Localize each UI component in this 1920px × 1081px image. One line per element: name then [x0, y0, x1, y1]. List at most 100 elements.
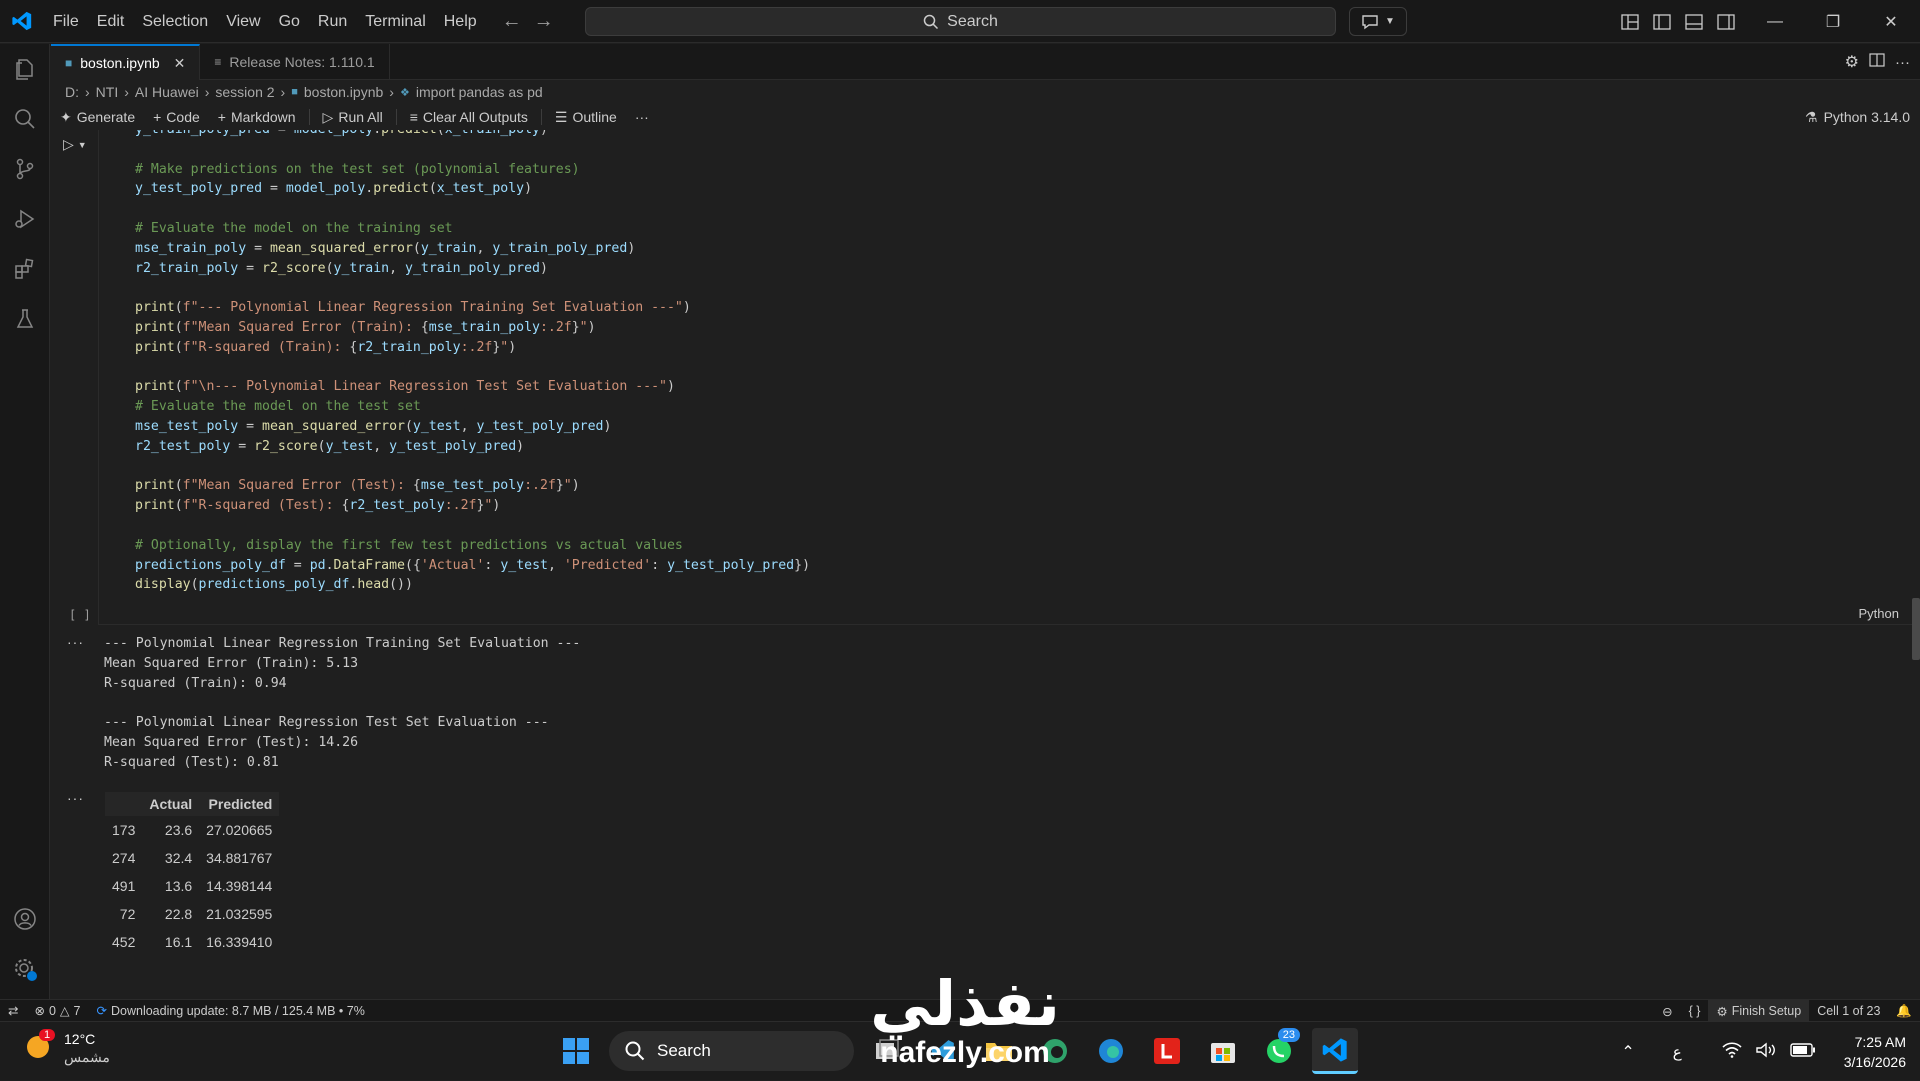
search-icon[interactable]	[0, 94, 50, 144]
cell-language-picker[interactable]: Python	[1859, 606, 1899, 621]
restore-icon[interactable]: ❐	[1804, 0, 1862, 43]
problems-indicator[interactable]: ⊗ 0 △ 7	[26, 1000, 88, 1022]
add-code-cell-button[interactable]: + Code	[144, 104, 209, 130]
wifi-icon[interactable]	[1722, 1041, 1742, 1062]
toggle-panel-icon[interactable]	[1678, 0, 1710, 43]
clear-all-outputs-button[interactable]: ≡ Clear All Outputs	[401, 104, 537, 130]
breadcrumb-item[interactable]: boston.ipynb	[304, 84, 383, 100]
code-cell-symbol-icon: ❖	[399, 86, 410, 99]
menu-go[interactable]: Go	[270, 0, 309, 43]
output-line: Mean Squared Error (Train): 5.13	[104, 655, 359, 671]
taskbar-search[interactable]: Search	[609, 1031, 854, 1071]
predicted-cell: 14.398144	[199, 872, 280, 900]
menu-terminal[interactable]: Terminal	[356, 0, 434, 43]
customize-layout-icon[interactable]	[1614, 0, 1646, 43]
menu-help[interactable]: Help	[435, 0, 486, 43]
battery-icon[interactable]	[1790, 1042, 1816, 1061]
breadcrumb: D: › NTI › AI Huawei › session 2 › ■ bos…	[51, 80, 1920, 104]
whatsapp-icon[interactable]: 23	[1256, 1028, 1302, 1074]
microsoft-store-icon[interactable]	[1200, 1028, 1246, 1074]
breadcrumb-item[interactable]: session 2	[215, 84, 274, 100]
toolbar-divider	[540, 109, 542, 125]
kernel-flask-icon: ⚗	[1805, 108, 1818, 125]
explorer-icon[interactable]	[0, 44, 50, 94]
breadcrumb-item[interactable]: D:	[65, 84, 79, 100]
extensions-icon[interactable]	[0, 244, 50, 294]
toggle-primary-sidebar-icon[interactable]	[1646, 0, 1678, 43]
zoom-indicator[interactable]: ⊖	[1654, 1000, 1680, 1022]
kernel-picker[interactable]: ⚗ Python 3.14.0	[1805, 104, 1910, 130]
split-editor-icon[interactable]	[1869, 53, 1885, 71]
table-row: 72 22.8 21.032595	[105, 900, 279, 928]
predicted-cell: 27.020665	[199, 816, 280, 844]
code-editor[interactable]: y_train_poly_pred = model_poly.predict(x…	[135, 130, 810, 595]
command-center-search[interactable]: Search	[585, 7, 1336, 36]
menu-selection[interactable]: Selection	[133, 0, 217, 43]
edge-icon[interactable]	[1088, 1028, 1134, 1074]
source-control-icon[interactable]	[0, 144, 50, 194]
remote-indicator[interactable]: ⇄	[0, 1000, 26, 1022]
weather-widget[interactable]: 1 12°C مشمس	[24, 1029, 110, 1066]
chevron-down-icon[interactable]: ▼	[78, 140, 87, 150]
whatsapp-badge: 23	[1277, 1028, 1300, 1042]
close-icon[interactable]: ✕	[174, 55, 186, 72]
code-label: Code	[166, 109, 200, 125]
accounts-icon[interactable]	[0, 894, 50, 944]
editor-tabs: ■ boston.ipynb ✕ ≡ Release Notes: 1.110.…	[51, 44, 1920, 80]
zoom-out-icon: ⊖	[1662, 1004, 1673, 1019]
chat-button[interactable]: ▼	[1349, 7, 1407, 36]
row-index: 72	[119, 906, 136, 922]
testing-flask-icon[interactable]	[0, 294, 50, 344]
run-debug-icon[interactable]	[0, 194, 50, 244]
outline-button[interactable]: ☰ Outline	[546, 104, 626, 130]
breadcrumb-item[interactable]: import pandas as pd	[416, 84, 543, 100]
minimize-icon[interactable]: —	[1746, 0, 1804, 43]
more-actions-icon[interactable]: ···	[1895, 54, 1910, 71]
tab-release-notes[interactable]: ≡ Release Notes: 1.110.1	[200, 44, 390, 80]
run-all-button[interactable]: ▷ Run All	[314, 104, 392, 130]
menu-view[interactable]: View	[217, 0, 269, 43]
lenovo-vantage-icon[interactable]	[1144, 1028, 1190, 1074]
volume-icon[interactable]	[1756, 1042, 1776, 1062]
manage-gear-icon[interactable]	[0, 944, 50, 994]
language-status[interactable]: { }	[1681, 1000, 1709, 1022]
search-icon	[625, 1041, 645, 1061]
table-header-row: Actual Predicted	[105, 792, 280, 816]
add-markdown-cell-button[interactable]: + Markdown	[209, 104, 305, 130]
input-language[interactable]: ع	[1673, 1043, 1682, 1061]
vertical-scrollbar[interactable]	[1912, 598, 1920, 660]
notifications-bell-icon[interactable]: 🔔	[1888, 1000, 1920, 1022]
update-progress[interactable]: ⟳ Downloading update: 8.7 MB / 125.4 MB …	[89, 1000, 373, 1022]
menu-file[interactable]: File	[44, 0, 88, 43]
back-arrow-icon[interactable]: ←	[496, 10, 528, 33]
output-more-actions[interactable]: ···	[67, 790, 84, 806]
setup-icon: ⚙	[1716, 1004, 1728, 1019]
chevron-right-icon: ›	[204, 84, 210, 100]
vscode-logo-icon	[0, 0, 44, 43]
output-more-actions[interactable]: ···	[67, 634, 84, 650]
finish-setup-button[interactable]: ⚙ Finish Setup	[1708, 1000, 1810, 1022]
clock[interactable]: 7:25 AM 3/16/2026	[1844, 1032, 1906, 1072]
menu-edit[interactable]: Edit	[88, 0, 134, 43]
chevron-right-icon: ›	[389, 84, 394, 100]
generate-label: Generate	[76, 109, 136, 125]
menu-run[interactable]: Run	[309, 0, 356, 43]
close-window-icon[interactable]: ✕	[1862, 0, 1920, 43]
forward-arrow-icon[interactable]: →	[528, 10, 560, 33]
tab-boston-ipynb[interactable]: ■ boston.ipynb ✕	[51, 44, 201, 80]
show-hidden-icons-chevron-icon[interactable]: ⌃	[1621, 1042, 1634, 1062]
row-index: 491	[105, 872, 143, 900]
title-bar: File Edit Selection View Go Run Terminal…	[0, 0, 1920, 43]
run-cell-play-icon[interactable]: ▷	[63, 136, 74, 153]
cell-position[interactable]: Cell 1 of 23	[1809, 1000, 1888, 1022]
toggle-secondary-sidebar-icon[interactable]	[1710, 0, 1742, 43]
start-windows-icon[interactable]	[553, 1028, 599, 1074]
chevron-down-icon: ▼	[1385, 16, 1395, 27]
breadcrumb-item[interactable]: AI Huawei	[135, 84, 199, 100]
more-toolbar-actions[interactable]: ···	[626, 104, 658, 130]
notebook-settings-gear-icon[interactable]: ⚙	[1845, 52, 1859, 72]
breadcrumb-item[interactable]: NTI	[96, 84, 119, 100]
vscode-taskbar-icon[interactable]	[1312, 1028, 1358, 1074]
generate-button[interactable]: ✦ Generate	[51, 104, 144, 130]
weather-sun-icon: 1	[24, 1029, 56, 1065]
